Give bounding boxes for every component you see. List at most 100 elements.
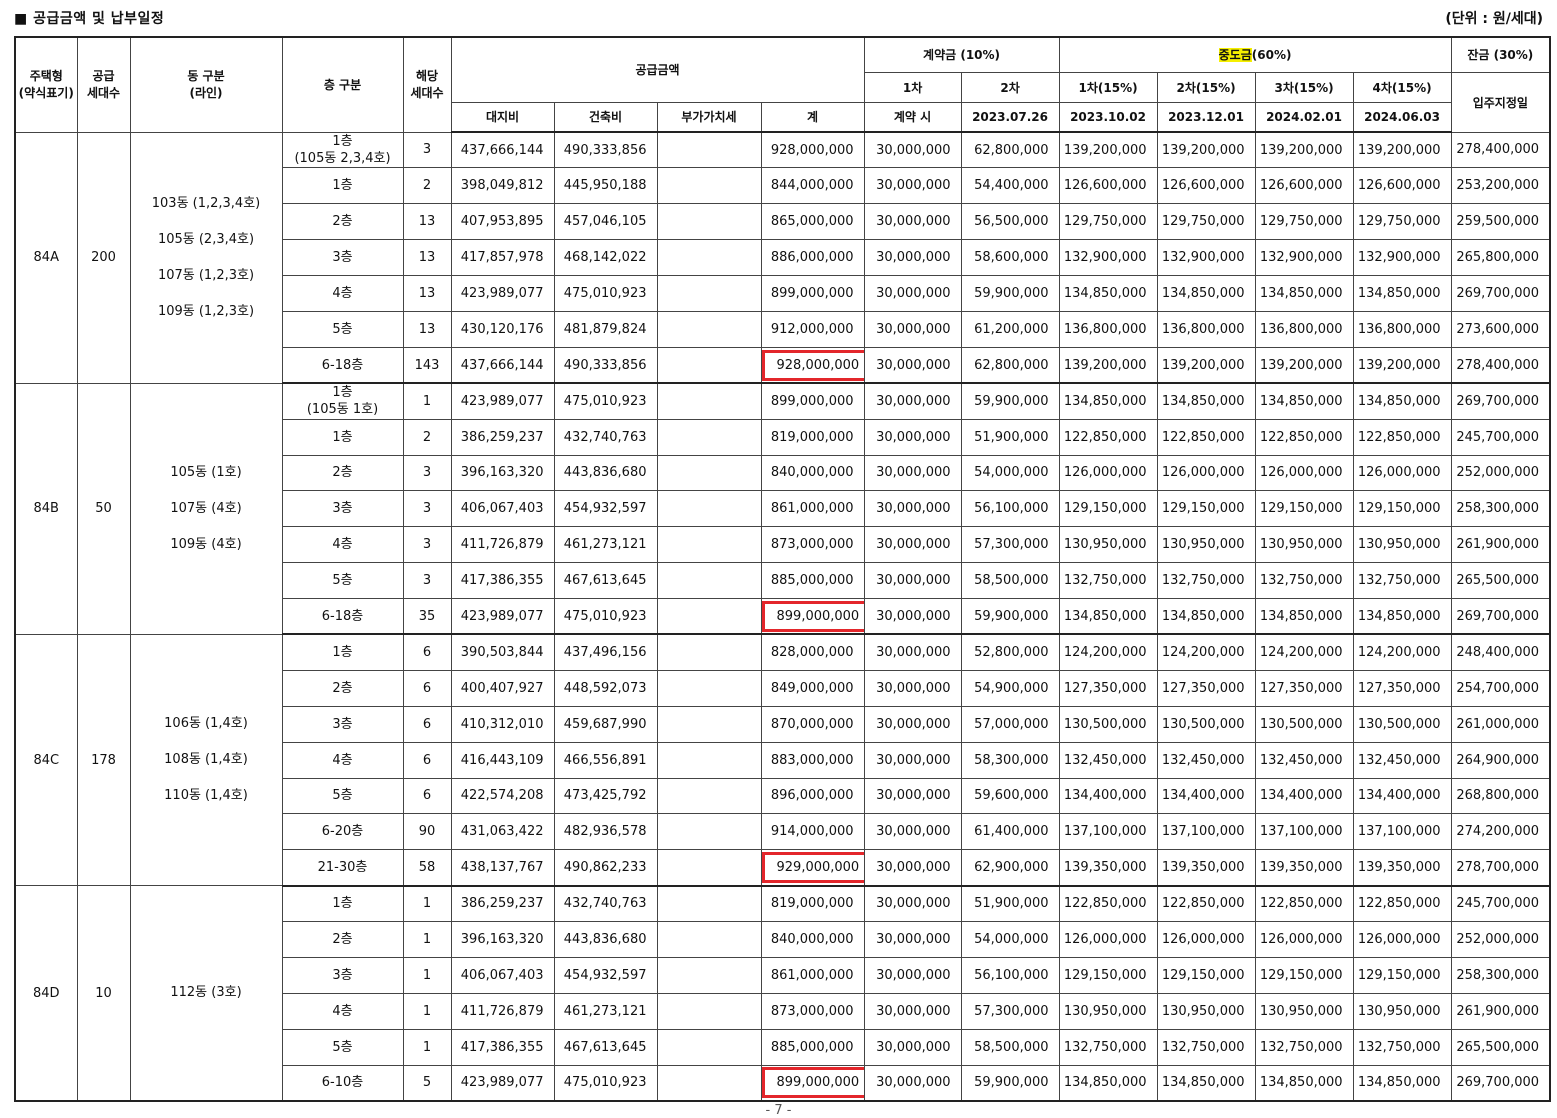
units-cell: 1 bbox=[402, 382, 452, 420]
floor-sub-label: (105동 2,3,4호) bbox=[294, 150, 391, 166]
units-cell: 3 bbox=[402, 562, 452, 600]
col-land: 대지비 bbox=[450, 101, 555, 133]
mid-4-cell: 129,150,000 bbox=[1352, 490, 1452, 528]
balance-cell: 258,300,000 bbox=[1450, 956, 1551, 994]
mid-2-cell: 129,150,000 bbox=[1156, 956, 1256, 994]
mid-3-cell: 139,200,000 bbox=[1254, 346, 1354, 385]
building-cell: 468,142,022 bbox=[553, 239, 658, 277]
building-cell: 475,010,923 bbox=[553, 598, 658, 636]
col-mid-3: 3차(15%) bbox=[1254, 71, 1354, 103]
mid-2-cell: 126,600,000 bbox=[1156, 167, 1256, 205]
units-cell: 6 bbox=[402, 741, 452, 779]
deposit-2-cell: 62,800,000 bbox=[960, 346, 1060, 385]
table-body: 84A 200 103동 (1,2,3,4호) 105동 (2,3,4호) 107동 (… bbox=[14, 131, 1551, 1103]
vat-cell bbox=[656, 633, 762, 671]
vat-cell bbox=[656, 1028, 762, 1066]
balance-cell: 248,400,000 bbox=[1450, 633, 1551, 671]
mid-2-cell: 132,900,000 bbox=[1156, 239, 1256, 277]
floor-label: 6-18층 bbox=[321, 357, 364, 373]
mid-3-cell: 136,800,000 bbox=[1254, 310, 1354, 348]
balance-cell: 273,600,000 bbox=[1450, 310, 1551, 348]
land-cell: 438,137,767 bbox=[450, 849, 555, 887]
deposit-1-cell: 30,000,000 bbox=[863, 777, 962, 815]
floor-label: 4층 bbox=[332, 286, 353, 301]
mid-4-cell: 126,000,000 bbox=[1352, 454, 1452, 492]
building-cell: 454,932,597 bbox=[553, 490, 658, 528]
mid-2-cell: 132,750,000 bbox=[1156, 1028, 1256, 1066]
vat-cell bbox=[656, 454, 762, 492]
mid-2-cell: 134,400,000 bbox=[1156, 777, 1256, 815]
dong-line: 107동 (1,2,3호) bbox=[157, 267, 255, 283]
mid-4-cell: 124,200,000 bbox=[1352, 633, 1452, 671]
type-cell: 84C bbox=[14, 633, 78, 887]
floor-label: 3층 bbox=[332, 716, 353, 732]
vat-cell bbox=[656, 203, 762, 241]
total-cell: 873,000,000 bbox=[760, 526, 865, 564]
dong-line: 112동 (3호) bbox=[170, 985, 242, 1001]
mid-3-cell: 130,500,000 bbox=[1254, 705, 1354, 743]
col-supply-amount: 공급금액 bbox=[450, 36, 865, 103]
deposit-1-cell: 30,000,000 bbox=[863, 885, 962, 923]
mid-2-cell: 134,850,000 bbox=[1156, 598, 1256, 636]
mid-2-cell: 127,350,000 bbox=[1156, 669, 1256, 707]
mid-2-cell: 126,000,000 bbox=[1156, 454, 1256, 492]
building-cell: 457,046,105 bbox=[553, 203, 658, 241]
deposit-1-cell: 30,000,000 bbox=[863, 849, 962, 887]
mid-1-cell: 134,850,000 bbox=[1058, 275, 1158, 312]
floor-label: 4층 bbox=[332, 1003, 353, 1019]
land-cell: 386,259,237 bbox=[450, 885, 555, 923]
building-cell: 466,556,891 bbox=[553, 741, 658, 779]
dong-cell: 105동 (1호) 107동 (4호) 109동 (4호) bbox=[129, 382, 283, 635]
mid-1-cell: 126,000,000 bbox=[1058, 921, 1158, 958]
deposit-1-cell: 30,000,000 bbox=[863, 813, 962, 851]
floor-label: 5층 bbox=[332, 788, 353, 804]
deposit-1-cell: 30,000,000 bbox=[863, 203, 962, 241]
land-cell: 417,386,355 bbox=[450, 562, 555, 600]
floor-label: 2층 bbox=[332, 932, 353, 948]
mid-1-cell: 139,350,000 bbox=[1058, 849, 1158, 887]
total-cell: 849,000,000 bbox=[760, 669, 865, 707]
floor-cell: 2층 bbox=[281, 203, 404, 241]
vat-cell bbox=[656, 562, 762, 600]
total-cell: 896,000,000 bbox=[760, 777, 865, 815]
total-cell: 928,000,000 bbox=[760, 131, 865, 169]
mid-2-cell: 122,850,000 bbox=[1156, 885, 1256, 923]
supply-units-cell: 10 bbox=[76, 885, 131, 1102]
mid-4-cell: 137,100,000 bbox=[1352, 813, 1452, 851]
vat-cell bbox=[656, 598, 762, 636]
floor-cell: 5층 bbox=[281, 562, 404, 600]
deposit-1-cell: 30,000,000 bbox=[863, 562, 962, 600]
vat-cell bbox=[656, 705, 762, 743]
vat-cell bbox=[656, 131, 762, 169]
dong-line: 108동 (1,4호) bbox=[164, 752, 248, 768]
col-mid-1: 1차(15%) bbox=[1058, 71, 1158, 103]
land-cell: 423,989,077 bbox=[450, 382, 555, 420]
deposit-1-cell: 30,000,000 bbox=[863, 382, 962, 420]
mid-4-cell: 126,000,000 bbox=[1352, 921, 1452, 958]
mid-4-cell: 134,400,000 bbox=[1352, 777, 1452, 815]
deposit-2-cell: 54,000,000 bbox=[960, 921, 1060, 958]
building-cell: 454,932,597 bbox=[553, 956, 658, 994]
balance-cell: 264,900,000 bbox=[1450, 741, 1551, 779]
land-cell: 417,386,355 bbox=[450, 1028, 555, 1066]
land-cell: 390,503,844 bbox=[450, 633, 555, 671]
col-balance: 잔금 (30%) bbox=[1450, 36, 1551, 73]
mid-1-cell: 129,150,000 bbox=[1058, 956, 1158, 994]
mid-1-cell: 130,950,000 bbox=[1058, 526, 1158, 564]
balance-cell: 278,400,000 bbox=[1450, 131, 1551, 169]
col-mid-2: 2차(15%) bbox=[1156, 71, 1256, 103]
col-deposit-1-date: 계약 시 bbox=[863, 101, 962, 133]
vat-cell bbox=[656, 239, 762, 277]
mid-2-cell: 129,750,000 bbox=[1156, 203, 1256, 241]
dong-line: 107동 (4호) bbox=[170, 500, 242, 516]
floor-cell: 1층 (105동 2,3,4호) bbox=[281, 131, 404, 169]
col-deposit-2: 2차 bbox=[960, 71, 1060, 103]
highlighted-total: 929,000,000 bbox=[762, 852, 864, 883]
vat-cell bbox=[656, 275, 762, 312]
deposit-2-cell: 59,900,000 bbox=[960, 1064, 1060, 1103]
unit-label: (단위 : 원/세대) bbox=[1445, 11, 1543, 27]
balance-cell: 274,200,000 bbox=[1450, 813, 1551, 851]
table-header: 주택형 (약식표기) 공급 세대수 동 구분 (라인) 층 구분 해당 세대수 공급금액… bbox=[14, 36, 1551, 133]
mid-3-cell: 126,000,000 bbox=[1254, 454, 1354, 492]
deposit-1-cell: 30,000,000 bbox=[863, 310, 962, 348]
